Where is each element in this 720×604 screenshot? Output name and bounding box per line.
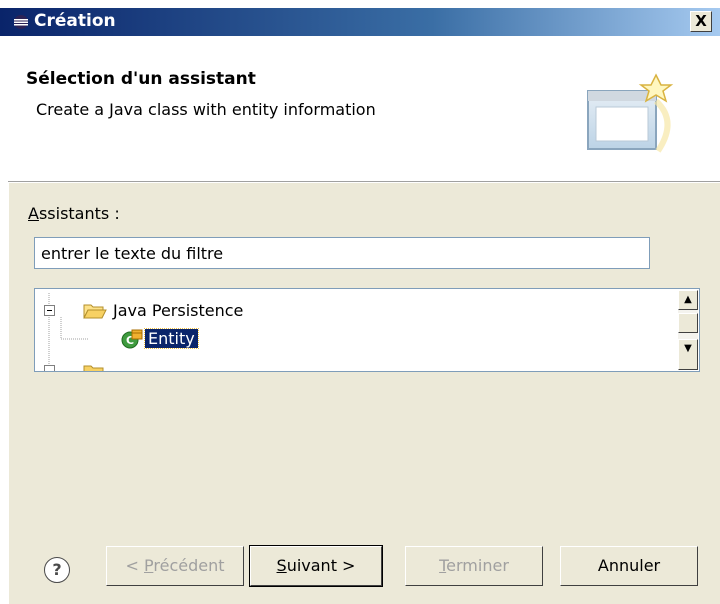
next-button-mnemonic: S	[276, 556, 287, 575]
scroll-thumb[interactable]	[678, 313, 698, 333]
cancel-button[interactable]: Annuler	[560, 546, 698, 586]
banner-description: Create a Java class with entity informat…	[36, 100, 376, 119]
tree-item-label: Java Persistence	[113, 301, 244, 320]
banner-separator	[8, 182, 720, 183]
back-button-label: récédent	[153, 556, 225, 575]
finish-button-label: erminer	[446, 556, 509, 575]
next-button-label: uivant >	[286, 556, 356, 575]
help-icon: ?	[52, 560, 62, 579]
assistants-label: Assistants :	[28, 204, 120, 223]
tree-item-entity[interactable]: Entity	[144, 328, 199, 349]
next-button[interactable]: Suivant >	[249, 545, 383, 587]
expand-toggle[interactable]	[44, 365, 55, 371]
close-icon: X	[695, 12, 707, 30]
finish-button[interactable]: Terminer	[405, 546, 543, 586]
entity-class-icon: C	[121, 329, 143, 349]
back-button-prefix: <	[125, 556, 144, 575]
assistants-label-text: ssistants :	[38, 204, 120, 223]
help-button[interactable]: ?	[44, 557, 70, 583]
scroll-down-button[interactable]: ▼	[678, 339, 698, 370]
tree-scrollbar[interactable]: ▲ ▼	[678, 290, 698, 370]
banner-title: Sélection d'un assistant	[26, 69, 256, 89]
new-wizard-icon	[587, 73, 674, 153]
back-button-mnemonic: P	[144, 556, 154, 575]
folder-open-icon	[83, 304, 107, 319]
wizard-banner: Sélection d'un assistant Create a Java c…	[8, 36, 720, 182]
folder-icon	[83, 365, 104, 371]
back-button[interactable]: < Précédent	[106, 546, 244, 586]
wizard-tree[interactable]: Java Persistence C Entity ▲ ▼	[34, 288, 700, 372]
eclipse-icon	[14, 15, 28, 29]
cancel-button-label: Annuler	[597, 556, 661, 575]
window-title: Création	[34, 11, 116, 31]
tree-item-java-persistence[interactable]: Java Persistence	[113, 301, 243, 320]
title-bar[interactable]: Création X	[0, 8, 720, 36]
tree-item-label: Entity	[148, 329, 195, 348]
scroll-up-button[interactable]: ▲	[678, 290, 698, 310]
filter-input[interactable]	[34, 237, 650, 269]
assistants-label-mnemonic: A	[28, 204, 39, 223]
expand-toggle[interactable]	[44, 305, 55, 316]
close-button[interactable]: X	[690, 11, 712, 32]
